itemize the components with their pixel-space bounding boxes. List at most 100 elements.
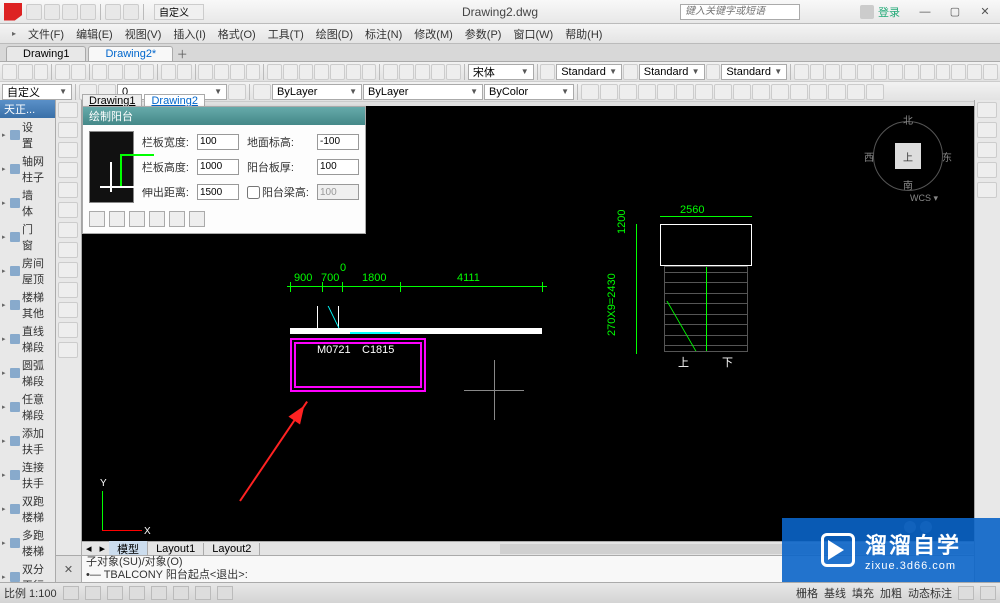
- status-ortho-icon[interactable]: [107, 586, 123, 600]
- draw-pline-icon[interactable]: [58, 122, 78, 138]
- mod-erase-icon[interactable]: [581, 84, 599, 100]
- status-osnap-icon[interactable]: [151, 586, 167, 600]
- viewcube-n[interactable]: 北: [903, 112, 913, 127]
- minimize-icon[interactable]: —: [910, 1, 940, 23]
- status-dyn-icon[interactable]: [195, 586, 211, 600]
- workspace-select[interactable]: [154, 4, 204, 20]
- status-extra2-icon[interactable]: [980, 586, 996, 600]
- input-ytbh[interactable]: [317, 159, 359, 175]
- menu-window[interactable]: 窗口(W): [507, 24, 559, 44]
- tool-match-icon[interactable]: [140, 64, 155, 80]
- tool-print-icon[interactable]: [55, 64, 70, 80]
- dim-angular-icon[interactable]: [825, 64, 840, 80]
- tool-new-icon[interactable]: [2, 64, 17, 80]
- doc-tab-1[interactable]: Drawing1: [6, 46, 86, 61]
- menu-edit[interactable]: 编辑(E): [70, 24, 119, 44]
- search-input[interactable]: [680, 4, 800, 20]
- status-extra1-icon[interactable]: [958, 586, 974, 600]
- palette-item[interactable]: ▸直线梯段: [0, 322, 55, 356]
- qat-print-icon[interactable]: [80, 4, 96, 20]
- menu-dim[interactable]: 标注(N): [359, 24, 408, 44]
- mod-break-icon[interactable]: [790, 84, 808, 100]
- lineweight-select[interactable]: ByColor▼: [484, 84, 574, 100]
- menu-draw[interactable]: 绘图(D): [310, 24, 359, 44]
- tool-cut-icon[interactable]: [92, 64, 107, 80]
- textstyle-select[interactable]: Standard▼: [556, 64, 622, 80]
- nav-wheel-icon[interactable]: [977, 162, 997, 178]
- dimstyle-select[interactable]: Standard▼: [639, 64, 705, 80]
- app-icon[interactable]: [4, 3, 22, 21]
- balcony-type4-icon[interactable]: [149, 211, 165, 227]
- mod-copy-icon[interactable]: [600, 84, 618, 100]
- balcony-type6-icon[interactable]: [189, 211, 205, 227]
- status-grid-icon[interactable]: [85, 586, 101, 600]
- viewcube-e[interactable]: 东: [942, 149, 952, 164]
- tool-copy-icon[interactable]: [108, 64, 123, 80]
- layout-2[interactable]: Layout2: [204, 543, 260, 555]
- menu-tools[interactable]: 工具(T): [262, 24, 310, 44]
- qat-open-icon[interactable]: [44, 4, 60, 20]
- tool-spline-icon[interactable]: [446, 64, 461, 80]
- dim-ord-icon[interactable]: [888, 64, 903, 80]
- palette-item[interactable]: ▸楼梯其他: [0, 288, 55, 322]
- viewcube[interactable]: 上 北 南 东 西 WCS ▾: [868, 116, 948, 196]
- dim-cont-icon[interactable]: [904, 64, 919, 80]
- font-select[interactable]: 宋体▼: [468, 64, 534, 80]
- mod-chamfer-icon[interactable]: [828, 84, 846, 100]
- input-lbkd[interactable]: [197, 134, 239, 150]
- menu-format[interactable]: 格式(O): [212, 24, 262, 44]
- tool-hatch-icon[interactable]: [314, 64, 329, 80]
- tool-arc-icon[interactable]: [415, 64, 430, 80]
- tool-dimstyle-icon[interactable]: [623, 64, 638, 80]
- tool-linedash-icon[interactable]: [540, 64, 555, 80]
- qat-save-icon[interactable]: [62, 4, 78, 20]
- qat-redo-icon[interactable]: [123, 4, 139, 20]
- tool-zoomext-icon[interactable]: [246, 64, 261, 80]
- dim-aligned-icon[interactable]: [810, 64, 825, 80]
- checkbox-ytlg[interactable]: [247, 186, 260, 199]
- mod-array-icon[interactable]: [657, 84, 675, 100]
- tool-prop-icon[interactable]: [283, 64, 298, 80]
- maximize-icon[interactable]: ▢: [940, 1, 970, 23]
- tool-text-icon[interactable]: [330, 64, 345, 80]
- status-lwt-icon[interactable]: [217, 586, 233, 600]
- mod-move-icon[interactable]: [676, 84, 694, 100]
- tool-circle-icon[interactable]: [431, 64, 446, 80]
- mod-trim-icon[interactable]: [752, 84, 770, 100]
- draw-mtext-icon[interactable]: [58, 302, 78, 318]
- dim-radius-icon[interactable]: [857, 64, 872, 80]
- tool-paste-icon[interactable]: [124, 64, 139, 80]
- layer-prev-icon[interactable]: [228, 84, 246, 100]
- mod-join-icon[interactable]: [809, 84, 827, 100]
- nav-show-icon[interactable]: [977, 182, 997, 198]
- tool-block-icon[interactable]: [299, 64, 314, 80]
- mod-stretch-icon[interactable]: [733, 84, 751, 100]
- tool-redo-icon[interactable]: [177, 64, 192, 80]
- color-select[interactable]: ByLayer▼: [272, 84, 362, 100]
- tool-undo-icon[interactable]: [161, 64, 176, 80]
- palette-item[interactable]: ▸双分平行: [0, 560, 55, 582]
- draw-line-icon[interactable]: [58, 102, 78, 118]
- mod-scale-icon[interactable]: [714, 84, 732, 100]
- nav-pan-icon[interactable]: [977, 102, 997, 118]
- mod-rotate-icon[interactable]: [695, 84, 713, 100]
- status-otrack-icon[interactable]: [173, 586, 189, 600]
- mod-extend-icon[interactable]: [771, 84, 789, 100]
- palette-item[interactable]: ▸设 置: [0, 118, 55, 152]
- status-snap-icon[interactable]: [63, 586, 79, 600]
- draw-hatch2-icon[interactable]: [58, 262, 78, 278]
- draw-block2-icon[interactable]: [58, 322, 78, 338]
- palette-item[interactable]: ▸房间屋顶: [0, 254, 55, 288]
- status-t5[interactable]: 动态标注: [908, 585, 952, 601]
- viewcube-face[interactable]: 上: [895, 143, 921, 169]
- palette-item[interactable]: ▸圆弧梯段: [0, 356, 55, 390]
- tool-rect-icon[interactable]: [399, 64, 414, 80]
- menu-help[interactable]: 帮助(H): [559, 24, 608, 44]
- draw-spline-icon[interactable]: [58, 242, 78, 258]
- viewcube-wcs[interactable]: WCS ▾: [910, 193, 938, 204]
- tool-table-icon[interactable]: [362, 64, 377, 80]
- palette-item[interactable]: ▸多跑楼梯: [0, 526, 55, 560]
- new-tab-icon[interactable]: ＋: [175, 47, 189, 61]
- status-scale[interactable]: 比例 1:100: [4, 585, 57, 601]
- menu-insert[interactable]: 插入(I): [167, 24, 211, 44]
